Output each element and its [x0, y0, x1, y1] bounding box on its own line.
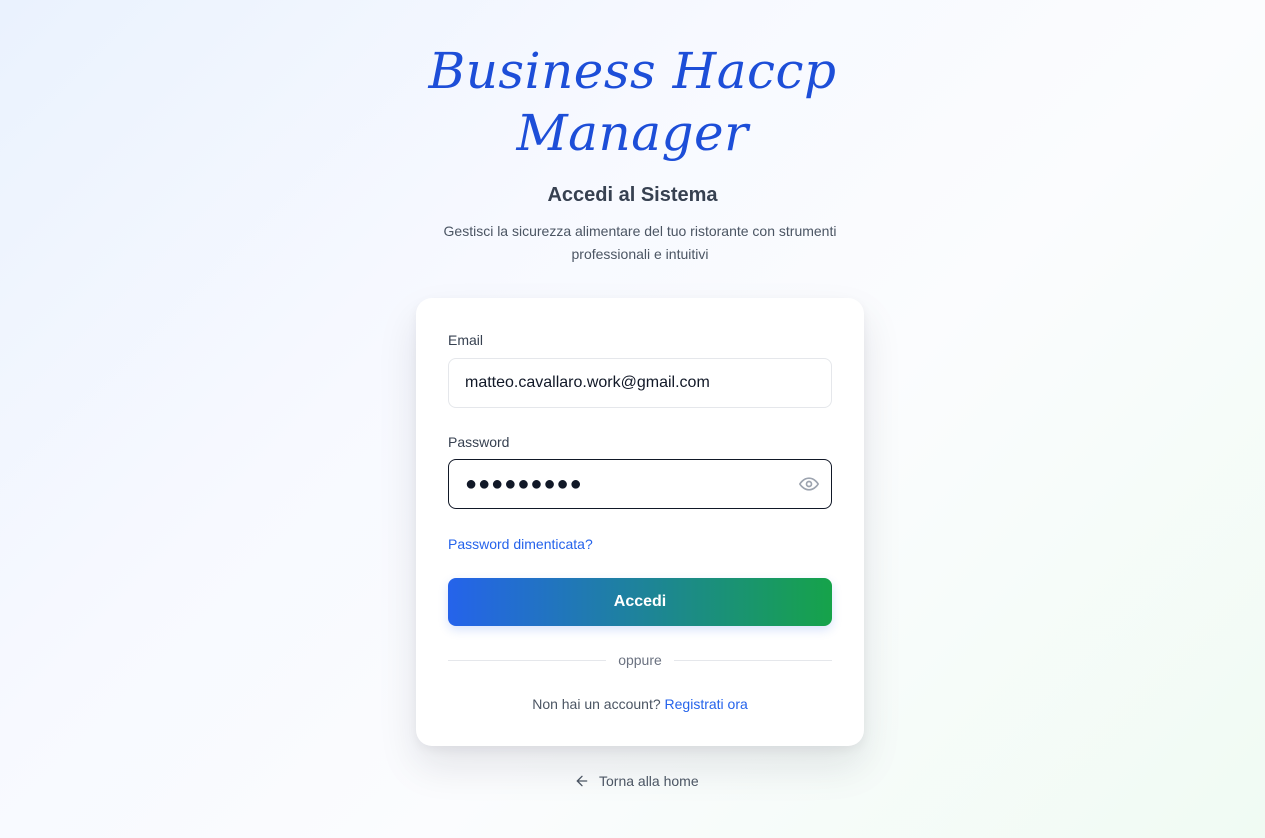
divider-line-right — [674, 660, 832, 661]
password-label: Password — [448, 434, 510, 450]
eye-icon[interactable] — [797, 472, 821, 496]
page-title: Accedi al Sistema — [547, 184, 718, 206]
forgot-password-link[interactable]: Password dimenticata? — [448, 536, 593, 552]
email-field[interactable] — [465, 359, 785, 407]
brand-title-line-1: Business Haccp — [428, 42, 837, 100]
password-field-container — [448, 459, 832, 509]
arrow-left-icon — [574, 773, 590, 789]
brand-title-line-2: Manager — [516, 104, 749, 162]
back-home-label: Torna alla home — [599, 773, 699, 789]
signup-prompt-text: Non hai un account? — [532, 696, 661, 712]
signup-link[interactable]: Registrati ora — [665, 696, 748, 712]
login-button[interactable]: Accedi — [448, 578, 832, 626]
brand-logo-text: Business Haccp Manager — [0, 40, 1265, 164]
divider: oppure — [448, 650, 832, 670]
password-field[interactable] — [465, 460, 785, 508]
signup-prompt: Non hai un account? Registrati ora — [416, 696, 864, 712]
email-label: Email — [448, 332, 484, 348]
login-card: Email Password Password dimenticata? Acc… — [416, 298, 864, 746]
email-field-container — [448, 358, 832, 408]
page-subtitle: Gestisci la sicurezza alimentare del tuo… — [443, 223, 837, 262]
back-home-link[interactable]: Torna alla home — [574, 771, 699, 791]
